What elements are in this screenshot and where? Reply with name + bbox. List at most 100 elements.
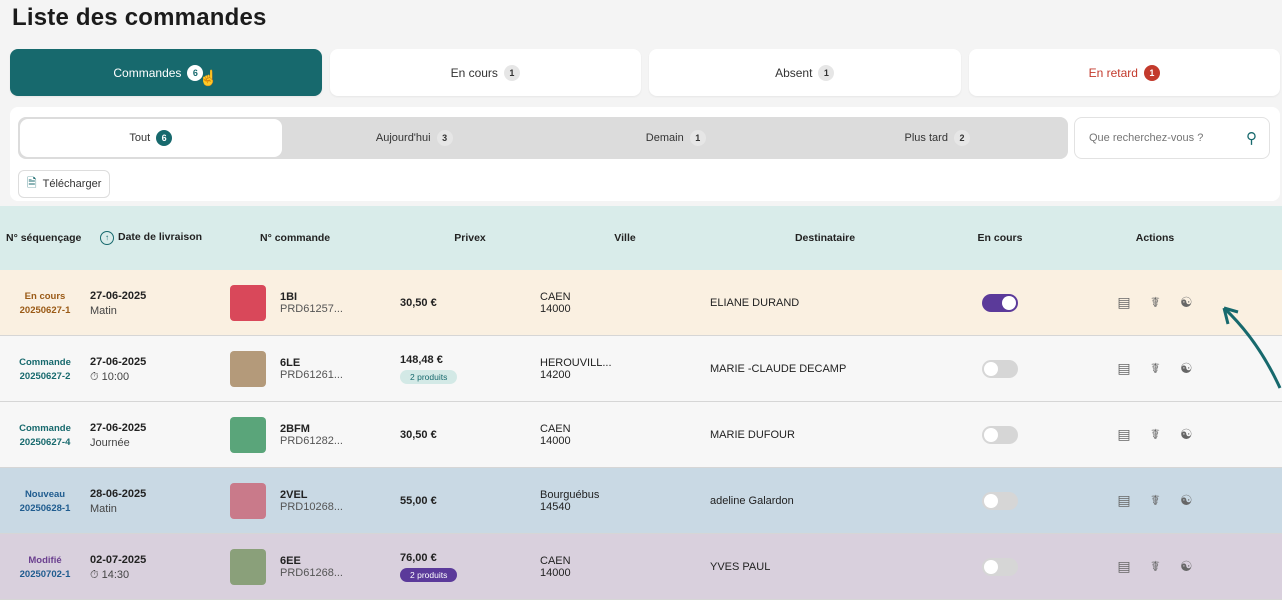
in-progress-toggle[interactable] [982, 359, 1018, 378]
date-cell: 28-06-2025 Matin [90, 486, 230, 515]
download-icon: 🗎 [27, 175, 37, 190]
tab-label: Absent [775, 65, 813, 80]
table-row[interactable]: Nouveau 20250628-1 28-06-2025 Matin 2VEL… [0, 468, 1282, 534]
tab-label: En cours [450, 65, 498, 80]
date-cell: 27-06-2025 Matin [90, 288, 230, 317]
in-progress-toggle[interactable] [982, 293, 1018, 312]
product-thumbnail[interactable] [230, 350, 266, 387]
order-number: 2VEL [280, 488, 308, 501]
order-number: 6EE [280, 554, 301, 567]
subtab-plus-tard[interactable]: Plus tard 2 [807, 117, 1069, 159]
subtab-tout[interactable]: Tout 6 [20, 119, 282, 157]
unassign-icon[interactable]: ☯ [1180, 360, 1193, 377]
recipient: adeline Galardon [710, 494, 794, 507]
table-row[interactable]: En cours 20250627-1 27-06-2025 Matin 1BI… [0, 270, 1282, 336]
count-badge: 3 [436, 130, 453, 146]
tab-label: En retard [1088, 65, 1138, 80]
document-icon[interactable]: ▤ [1117, 426, 1130, 443]
search-input[interactable] [1087, 131, 1241, 145]
in-progress-toggle[interactable] [982, 425, 1018, 444]
assign-icon[interactable]: ☤ [1151, 492, 1160, 509]
unassign-icon[interactable]: ☯ [1180, 426, 1193, 443]
product-thumbnail[interactable] [230, 548, 266, 585]
tab-en-retard[interactable]: En retard 1 [968, 49, 1280, 96]
tab-commandes[interactable]: Commandes 6 ☝ [10, 49, 322, 96]
zip: 14540 [540, 500, 571, 513]
recipient: ELIANE DURAND [710, 296, 800, 309]
order-number: 6LE [280, 356, 301, 369]
header-actions: Actions [1135, 232, 1175, 244]
status-label: Modifié [28, 555, 62, 566]
tab-en-cours[interactable]: En cours 1 [329, 49, 641, 96]
document-icon[interactable]: ▤ [1117, 360, 1130, 377]
seq-cell: En cours 20250627-1 [0, 289, 90, 316]
products-pill: 2 produits [400, 369, 458, 384]
table-body: En cours 20250627-1 27-06-2025 Matin 1BI… [0, 270, 1282, 600]
assign-icon[interactable]: ☤ [1151, 558, 1160, 575]
recipient: MARIE DUFOUR [710, 428, 795, 441]
count-badge: 6 [156, 130, 173, 146]
product-thumbnail[interactable] [230, 482, 266, 519]
toggle-knob [984, 493, 998, 508]
delivery-date: 27-06-2025 [90, 422, 147, 434]
product-thumbnail[interactable] [230, 284, 266, 321]
in-progress-toggle[interactable] [982, 557, 1018, 576]
privex-cell: 55,00 € [400, 495, 540, 507]
subtab-label: Tout [129, 132, 151, 144]
delivery-slot: ⏱ 14:30 [90, 569, 230, 582]
seq-number: 20250702-1 [19, 569, 71, 580]
table-row[interactable]: Commande 20250627-2 27-06-2025 ⏱ 10:00 6… [0, 336, 1282, 402]
in-progress-cell [940, 359, 1060, 378]
assign-icon[interactable]: ☤ [1151, 426, 1160, 443]
delivery-slot: Matin [90, 305, 230, 317]
order-number: 1BI [280, 290, 298, 303]
in-progress-cell [940, 293, 1060, 312]
zip: 14200 [540, 368, 571, 381]
toggle-knob [984, 559, 998, 574]
subtab-label: Demain [645, 132, 684, 144]
city-cell: CAEN 14000 [540, 291, 710, 315]
download-button[interactable]: 🗎 Télécharger [18, 170, 111, 198]
subtab-aujourdhui[interactable]: Aujourd'hui 3 [284, 117, 546, 159]
table-row[interactable]: Modifié 20250702-1 02-07-2025 ⏱ 14:30 6E… [0, 534, 1282, 600]
unassign-icon[interactable]: ☯ [1180, 294, 1193, 311]
actions-cell: ▤ ☤ ☯ [1060, 426, 1250, 443]
date-cell: 02-07-2025 ⏱ 14:30 [90, 552, 230, 582]
tab-label: Commandes [113, 65, 182, 80]
search-icon[interactable]: ⚲ [1246, 129, 1257, 147]
price: 76,00 € [400, 551, 437, 564]
assign-icon[interactable]: ☤ [1151, 360, 1160, 377]
download-label: Télécharger [42, 178, 102, 190]
order-ref: PRD61282... [280, 434, 343, 447]
document-icon[interactable]: ▤ [1117, 294, 1130, 311]
table-row[interactable]: Commande 20250627-4 27-06-2025 Journée 2… [0, 402, 1282, 468]
sort-up-icon: ↑ [100, 231, 114, 245]
document-icon[interactable]: ▤ [1117, 558, 1130, 575]
header-privex: Privex [454, 232, 486, 244]
city: CAEN [540, 554, 571, 567]
actions-cell: ▤ ☤ ☯ [1060, 492, 1250, 509]
unassign-icon[interactable]: ☯ [1180, 492, 1193, 509]
city-cell: CAEN 14000 [540, 555, 710, 579]
seq-cell: Commande 20250627-2 [0, 355, 90, 382]
status-label: Commande [19, 357, 71, 368]
document-icon[interactable]: ▤ [1117, 492, 1130, 509]
privex-cell: 30,50 € [400, 297, 540, 309]
assign-icon[interactable]: ☤ [1151, 294, 1160, 311]
slot-text: Matin [90, 305, 117, 317]
toggle-knob [984, 427, 998, 442]
price: 30,50 € [400, 296, 437, 309]
tab-absent[interactable]: Absent 1 [649, 49, 961, 96]
zip: 14000 [540, 302, 571, 315]
product-thumbnail[interactable] [230, 416, 266, 453]
count-badge: 1 [1143, 64, 1160, 81]
unassign-icon[interactable]: ☯ [1180, 558, 1193, 575]
toggle-knob [1002, 295, 1016, 310]
count-badge: 1 [818, 64, 835, 81]
page-title: Liste des commandes [12, 4, 267, 31]
in-progress-toggle[interactable] [982, 491, 1018, 510]
order-cell: 1BI PRD61257... [230, 284, 400, 321]
header-date[interactable]: ↑ Date de livraison [90, 231, 230, 245]
subtab-demain[interactable]: Demain 1 [545, 117, 807, 159]
price: 55,00 € [400, 494, 437, 507]
